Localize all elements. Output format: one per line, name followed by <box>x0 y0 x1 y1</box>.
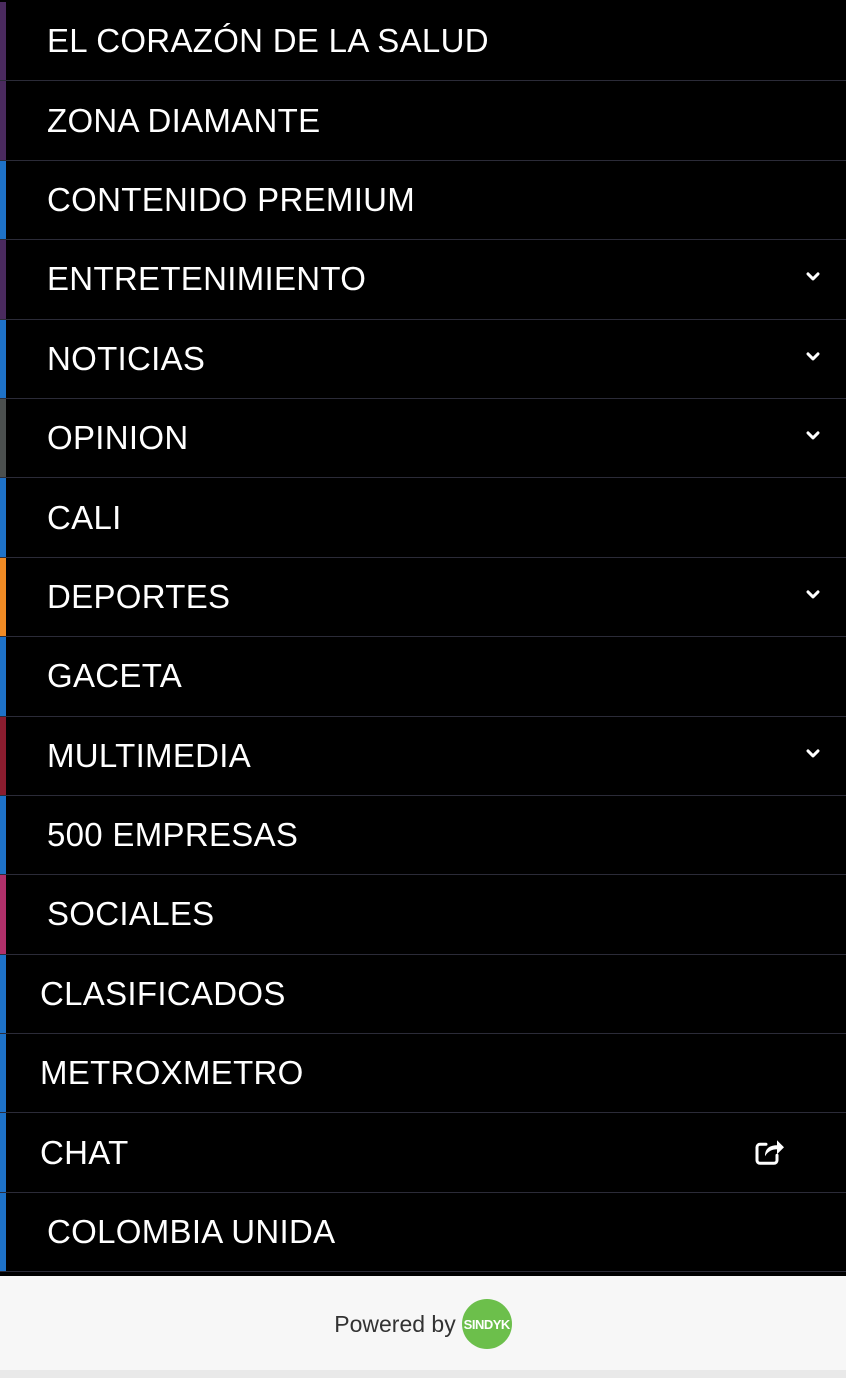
chevron-down-icon[interactable] <box>806 747 820 761</box>
chevron-down-icon[interactable] <box>806 270 820 284</box>
menu-item-accent <box>0 81 6 160</box>
bottom-bar <box>0 1370 846 1378</box>
chevron-down-icon[interactable] <box>806 350 820 364</box>
menu-item-label: CLASIFICADOS <box>40 974 286 1012</box>
menu-item-entretenimiento[interactable]: ENTRETENIMIENTO <box>0 240 846 320</box>
menu-item-contenido-premium[interactable]: CONTENIDO PREMIUM <box>0 160 846 241</box>
chevron-down-icon[interactable] <box>806 588 820 602</box>
menu-item-accent <box>0 398 6 478</box>
menu-item-accent <box>0 478 6 557</box>
menu-item-gaceta[interactable]: GACETA <box>0 637 846 717</box>
menu-item-accent <box>0 240 6 319</box>
menu-item-accent <box>0 160 6 240</box>
footer: Powered by SINDYK <box>0 1276 846 1370</box>
menu-item-label: CALI <box>47 498 122 536</box>
menu-item-el-corazon-de-la-salud[interactable]: EL CORAZÓN DE LA SALUD <box>0 2 846 82</box>
menu-item-label: OPINION <box>47 419 189 457</box>
menu-item-label: EL CORAZÓN DE LA SALUD <box>47 22 489 60</box>
menu-list: EL CORAZÓN DE LA SALUD ZONA DIAMANTE CONTE… <box>0 2 846 1273</box>
menu-item-label: ZONA DIAMANTE <box>47 101 321 139</box>
menu-item-label: METROXMETRO <box>40 1054 304 1092</box>
menu-item-accent <box>0 954 6 1034</box>
menu-item-label: CONTENIDO PREMIUM <box>47 180 416 218</box>
navigation-menu: EL CORAZÓN DE LA SALUD ZONA DIAMANTE CONTE… <box>0 0 846 1276</box>
sindyk-logo[interactable]: SINDYK <box>461 1299 512 1349</box>
menu-item-noticias[interactable]: NOTICIAS <box>0 319 846 399</box>
menu-item-label: COLOMBIA UNIDA <box>47 1213 336 1251</box>
menu-item-label: 500 EMPRESAS <box>47 816 299 854</box>
menu-item-accent <box>0 795 6 875</box>
menu-item-label: DEPORTES <box>47 577 231 615</box>
menu-item-accent <box>0 637 6 716</box>
menu-item-zona-diamante[interactable]: ZONA DIAMANTE <box>0 81 846 161</box>
menu-item-cali[interactable]: CALI <box>0 478 846 558</box>
menu-item-label: GACETA <box>47 657 183 695</box>
menu-item-accent <box>0 1034 6 1113</box>
menu-item-accent <box>0 2 6 81</box>
menu-item-metroxmetro[interactable]: METROXMETRO <box>0 1034 846 1114</box>
menu-item-accent <box>0 1113 6 1192</box>
menu-item-label: ENTRETENIMIENTO <box>47 260 367 298</box>
menu-item-label: NOTICIAS <box>47 339 206 377</box>
chevron-down-icon[interactable] <box>806 429 820 443</box>
menu-item-clasificados[interactable]: CLASIFICADOS <box>0 954 846 1035</box>
menu-item-accent <box>0 875 6 954</box>
menu-item-multimedia[interactable]: MULTIMEDIA <box>0 716 846 796</box>
menu-item-chat[interactable]: CHAT <box>0 1113 846 1193</box>
menu-item-500-empresas[interactable]: 500 EMPRESAS <box>0 795 846 876</box>
menu-item-label: SOCIALES <box>47 895 215 933</box>
share-icon[interactable] <box>752 1134 786 1168</box>
powered-by-text: Powered by <box>334 1310 456 1337</box>
menu-item-label: CHAT <box>40 1133 129 1171</box>
menu-item-accent <box>0 557 6 637</box>
menu-item-colombia-unida[interactable]: COLOMBIA UNIDA <box>0 1192 846 1273</box>
menu-item-deportes[interactable]: DEPORTES <box>0 557 846 638</box>
menu-item-sociales[interactable]: SOCIALES <box>0 875 846 955</box>
menu-item-accent <box>0 1192 6 1272</box>
menu-item-accent <box>0 319 6 398</box>
menu-item-label: MULTIMEDIA <box>47 736 252 774</box>
menu-item-opinion[interactable]: OPINION <box>0 398 846 479</box>
menu-item-accent <box>0 716 6 795</box>
